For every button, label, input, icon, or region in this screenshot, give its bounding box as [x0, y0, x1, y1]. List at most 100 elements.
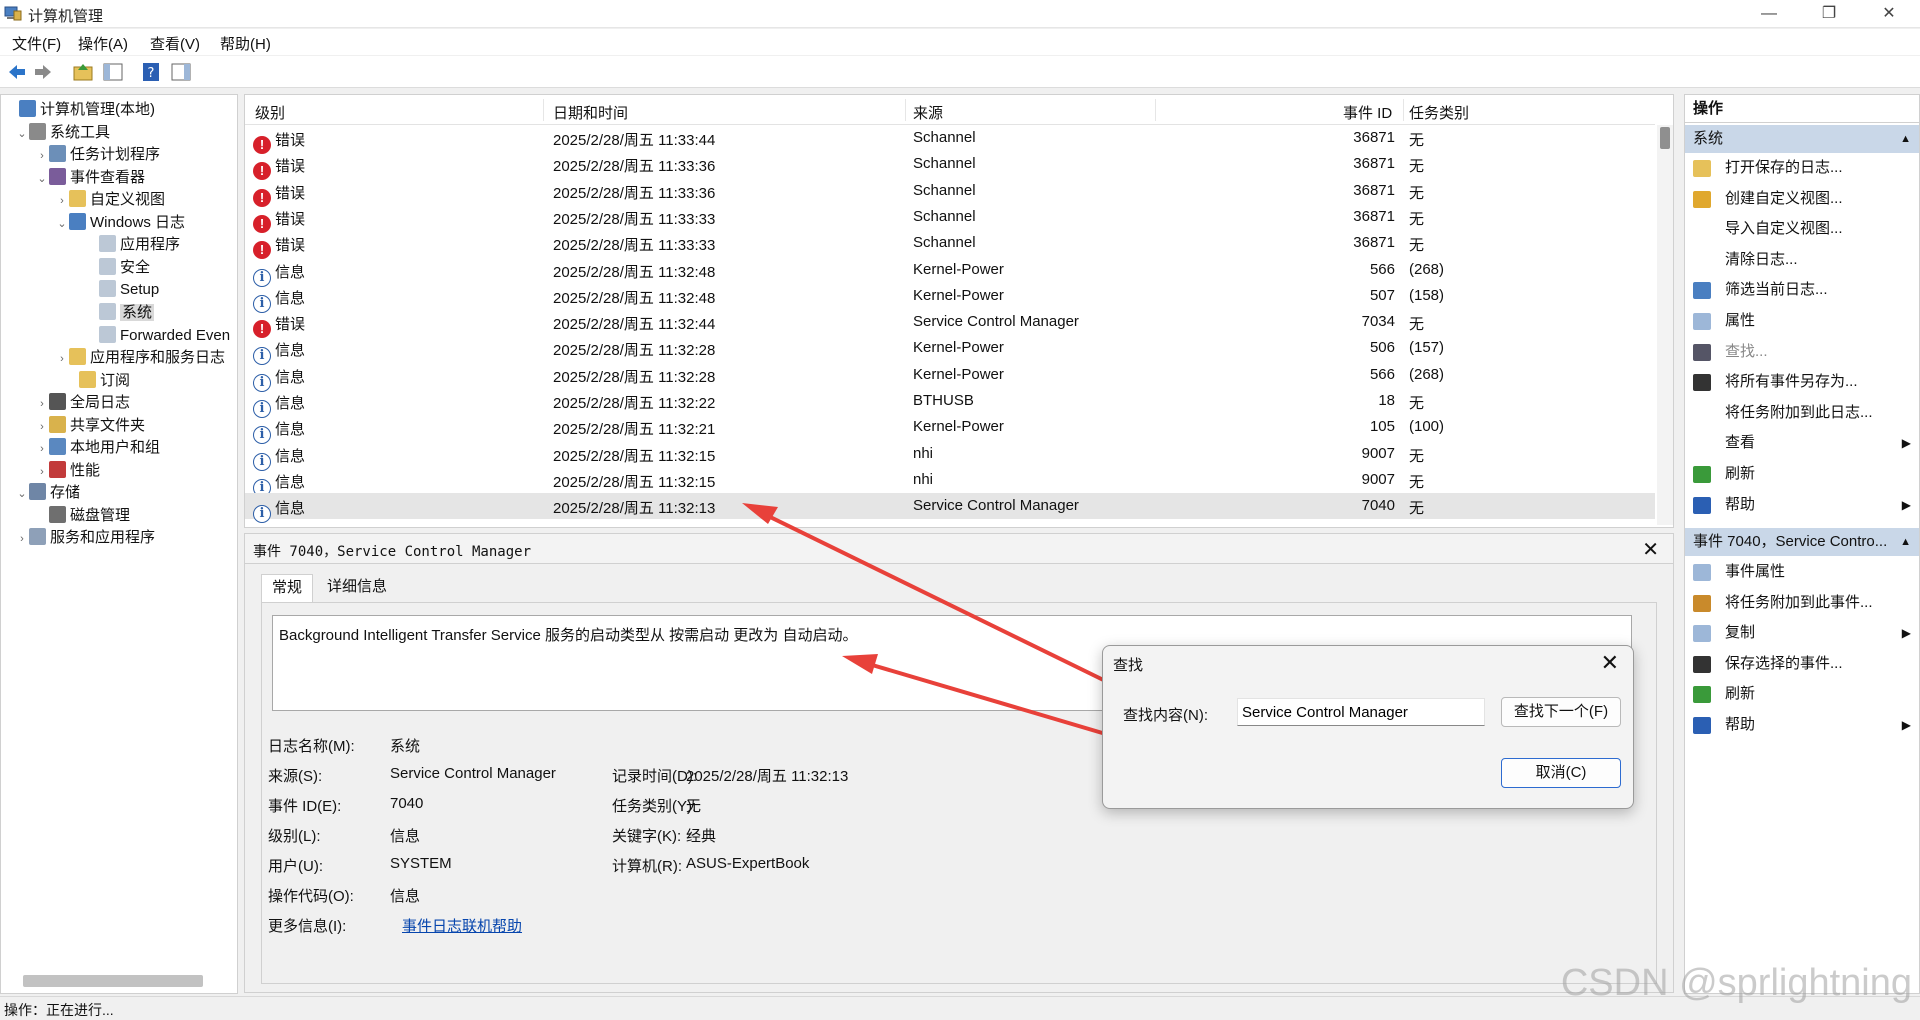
column-separator[interactable]	[1403, 99, 1404, 121]
column-source[interactable]: 来源	[913, 102, 943, 123]
chevron-down-icon[interactable]: ⌄	[15, 123, 29, 145]
list-scrollbar[interactable]	[1657, 125, 1673, 525]
table-row[interactable]: i 信息 2025/2/28/周五 11:32:15 nhi 9007 无	[245, 467, 1655, 497]
collapse-up-icon[interactable]: ▲	[1900, 528, 1911, 556]
action-item[interactable]: 帮助 ▶	[1685, 490, 1919, 520]
action-item[interactable]: 查看 ▶	[1685, 428, 1919, 458]
table-row[interactable]: i 信息 2025/2/28/周五 11:32:48 Kernel-Power 507(…	[245, 283, 1655, 313]
table-row[interactable]: ! 错误 2025/2/28/周五 11:33:36 Schannel 36871 无	[245, 178, 1655, 207]
action-item[interactable]: 打开保存的日志...	[1685, 153, 1919, 183]
cancel-button[interactable]: 取消(C)	[1501, 758, 1621, 788]
action-item[interactable]: 将任务附加到此日志...	[1685, 398, 1919, 428]
chevron-down-icon[interactable]: ⌄	[15, 483, 29, 505]
chevron-right-icon[interactable]: ›	[55, 190, 69, 212]
tree-item[interactable]: 应用程序	[85, 234, 180, 257]
close-icon[interactable]: ✕	[1866, 0, 1912, 28]
action-item[interactable]: 保存选择的事件...	[1685, 649, 1919, 679]
up-folder-icon[interactable]	[72, 61, 94, 83]
close-icon[interactable]: ✕	[1642, 537, 1659, 562]
tree-item[interactable]: 安全	[85, 257, 150, 280]
table-row[interactable]: ! 错误 2025/2/28/周五 11:33:44 Schannel 36871 无	[245, 125, 1655, 154]
tab-details[interactable]: 详细信息	[317, 574, 397, 602]
chevron-right-icon[interactable]: ›	[35, 145, 49, 167]
tree-item[interactable]: 磁盘管理	[35, 505, 130, 528]
tree-horizontal-scrollbar[interactable]	[23, 975, 203, 987]
close-icon[interactable]: ✕	[1601, 650, 1619, 676]
action-item[interactable]: 刷新	[1685, 459, 1919, 489]
tree-item[interactable]: › 共享文件夹	[35, 415, 145, 438]
action-item[interactable]: 创建自定义视图...	[1685, 184, 1919, 214]
help-icon[interactable]: ?	[140, 61, 162, 83]
actions-section-event[interactable]: 事件 7040，Service Contro... ▲	[1685, 528, 1919, 556]
table-row[interactable]: i 信息 2025/2/28/周五 11:32:28 Kernel-Power 506(…	[245, 335, 1655, 366]
chevron-right-icon[interactable]: ›	[35, 438, 49, 460]
table-row[interactable]: ! 错误 2025/2/28/周五 11:33:33 Schannel 36871 无	[245, 230, 1655, 260]
action-item[interactable]: 属性	[1685, 306, 1919, 336]
show-hide-tree-icon[interactable]	[102, 61, 124, 83]
find-next-button[interactable]: 查找下一个(F)	[1501, 697, 1621, 727]
menu-file[interactable]: 文件(F)	[12, 33, 61, 54]
tree-item[interactable]: ⌄ 事件查看器	[35, 167, 145, 190]
chevron-down-icon[interactable]: ⌄	[55, 213, 69, 235]
table-row[interactable]: ! 错误 2025/2/28/周五 11:33:36 Schannel 36871 无	[245, 151, 1655, 181]
tree-item[interactable]: 订阅	[65, 370, 130, 393]
tree-item[interactable]: › 应用程序和服务日志	[55, 347, 225, 370]
column-task-category[interactable]: 任务类别	[1409, 102, 1469, 123]
online-help-link[interactable]: 事件日志联机帮助	[402, 915, 522, 936]
back-arrow-icon[interactable]	[6, 61, 28, 83]
list-scrollbar-thumb[interactable]	[1660, 127, 1670, 149]
tree-item[interactable]: › 自定义视图	[55, 189, 165, 212]
chevron-right-icon[interactable]: ›	[35, 461, 49, 483]
column-separator[interactable]	[543, 99, 544, 121]
chevron-right-icon[interactable]: ›	[55, 348, 69, 370]
chevron-right-icon[interactable]: ›	[15, 528, 29, 550]
column-separator[interactable]	[905, 99, 906, 121]
tree-item[interactable]: › 本地用户和组	[35, 437, 160, 460]
minimize-icon[interactable]: —	[1746, 0, 1792, 28]
tree-item[interactable]: › 全局日志	[35, 392, 130, 415]
tree-item[interactable]: Forwarded Even	[85, 325, 230, 348]
tree-item[interactable]: Setup	[85, 279, 159, 302]
menu-action[interactable]: 操作(A)	[78, 33, 128, 54]
table-row[interactable]: ! 错误 2025/2/28/周五 11:33:33 Schannel 36871 无	[245, 204, 1655, 233]
column-level[interactable]: 级别	[255, 102, 285, 123]
tree-item[interactable]: › 服务和应用程序	[15, 527, 155, 550]
tree-item[interactable]: 计算机管理(本地)	[5, 99, 155, 122]
action-item[interactable]: 复制 ▶	[1685, 618, 1919, 648]
tree-item[interactable]: ⌄ 存储	[15, 482, 80, 505]
action-item[interactable]: 事件属性	[1685, 557, 1919, 587]
column-event-id[interactable]: 事件 ID	[1343, 102, 1392, 123]
table-row[interactable]: i 信息 2025/2/28/周五 11:32:21 Kernel-Power 105(…	[245, 414, 1655, 445]
action-item[interactable]: 清除日志...	[1685, 245, 1919, 275]
table-row[interactable]: ! 错误 2025/2/28/周五 11:32:44 Service Control …	[245, 309, 1655, 339]
forward-arrow-icon[interactable]	[32, 61, 54, 83]
table-row[interactable]: i 信息 2025/2/28/周五 11:32:15 nhi 9007 无	[245, 441, 1655, 471]
action-item[interactable]: 筛选当前日志...	[1685, 275, 1919, 305]
column-separator[interactable]	[1155, 99, 1156, 121]
table-row[interactable]: i 信息 2025/2/28/周五 11:32:28 Kernel-Power 566(…	[245, 362, 1655, 392]
chevron-right-icon[interactable]: ›	[35, 393, 49, 415]
chevron-down-icon[interactable]: ⌄	[35, 168, 49, 190]
action-item[interactable]: 帮助 ▶	[1685, 710, 1919, 740]
find-what-input[interactable]	[1237, 698, 1485, 726]
tree-item[interactable]: ⌄ Windows 日志	[55, 212, 185, 235]
chevron-right-icon[interactable]: ›	[35, 416, 49, 438]
restore-icon[interactable]: ❐	[1806, 0, 1852, 28]
collapse-up-icon[interactable]: ▲	[1900, 125, 1911, 153]
action-item[interactable]: 查找...	[1685, 337, 1919, 367]
tree-item[interactable]: ⌄ 系统工具	[15, 122, 110, 145]
menu-help[interactable]: 帮助(H)	[220, 33, 271, 54]
column-datetime[interactable]: 日期和时间	[553, 102, 628, 123]
table-row[interactable]: i 信息 2025/2/28/周五 11:32:22 BTHUSB 18 无	[245, 388, 1655, 418]
show-hide-action-icon[interactable]	[170, 61, 192, 83]
table-row[interactable]: i 信息 2025/2/28/周五 11:32:13 Service Control …	[245, 493, 1655, 524]
action-item[interactable]: 导入自定义视图...	[1685, 214, 1919, 244]
action-item[interactable]: 将所有事件另存为...	[1685, 367, 1919, 397]
table-row[interactable]: i 信息 2025/2/28/周五 11:32:48 Kernel-Power 566(…	[245, 257, 1655, 287]
tab-general[interactable]: 常规	[261, 574, 314, 602]
menu-view[interactable]: 查看(V)	[150, 33, 200, 54]
action-item[interactable]: 将任务附加到此事件...	[1685, 588, 1919, 618]
tree-item[interactable]: › 任务计划程序	[35, 144, 160, 167]
tree-item[interactable]: › 性能	[35, 460, 100, 483]
actions-section-system[interactable]: 系统 ▲	[1685, 125, 1919, 153]
